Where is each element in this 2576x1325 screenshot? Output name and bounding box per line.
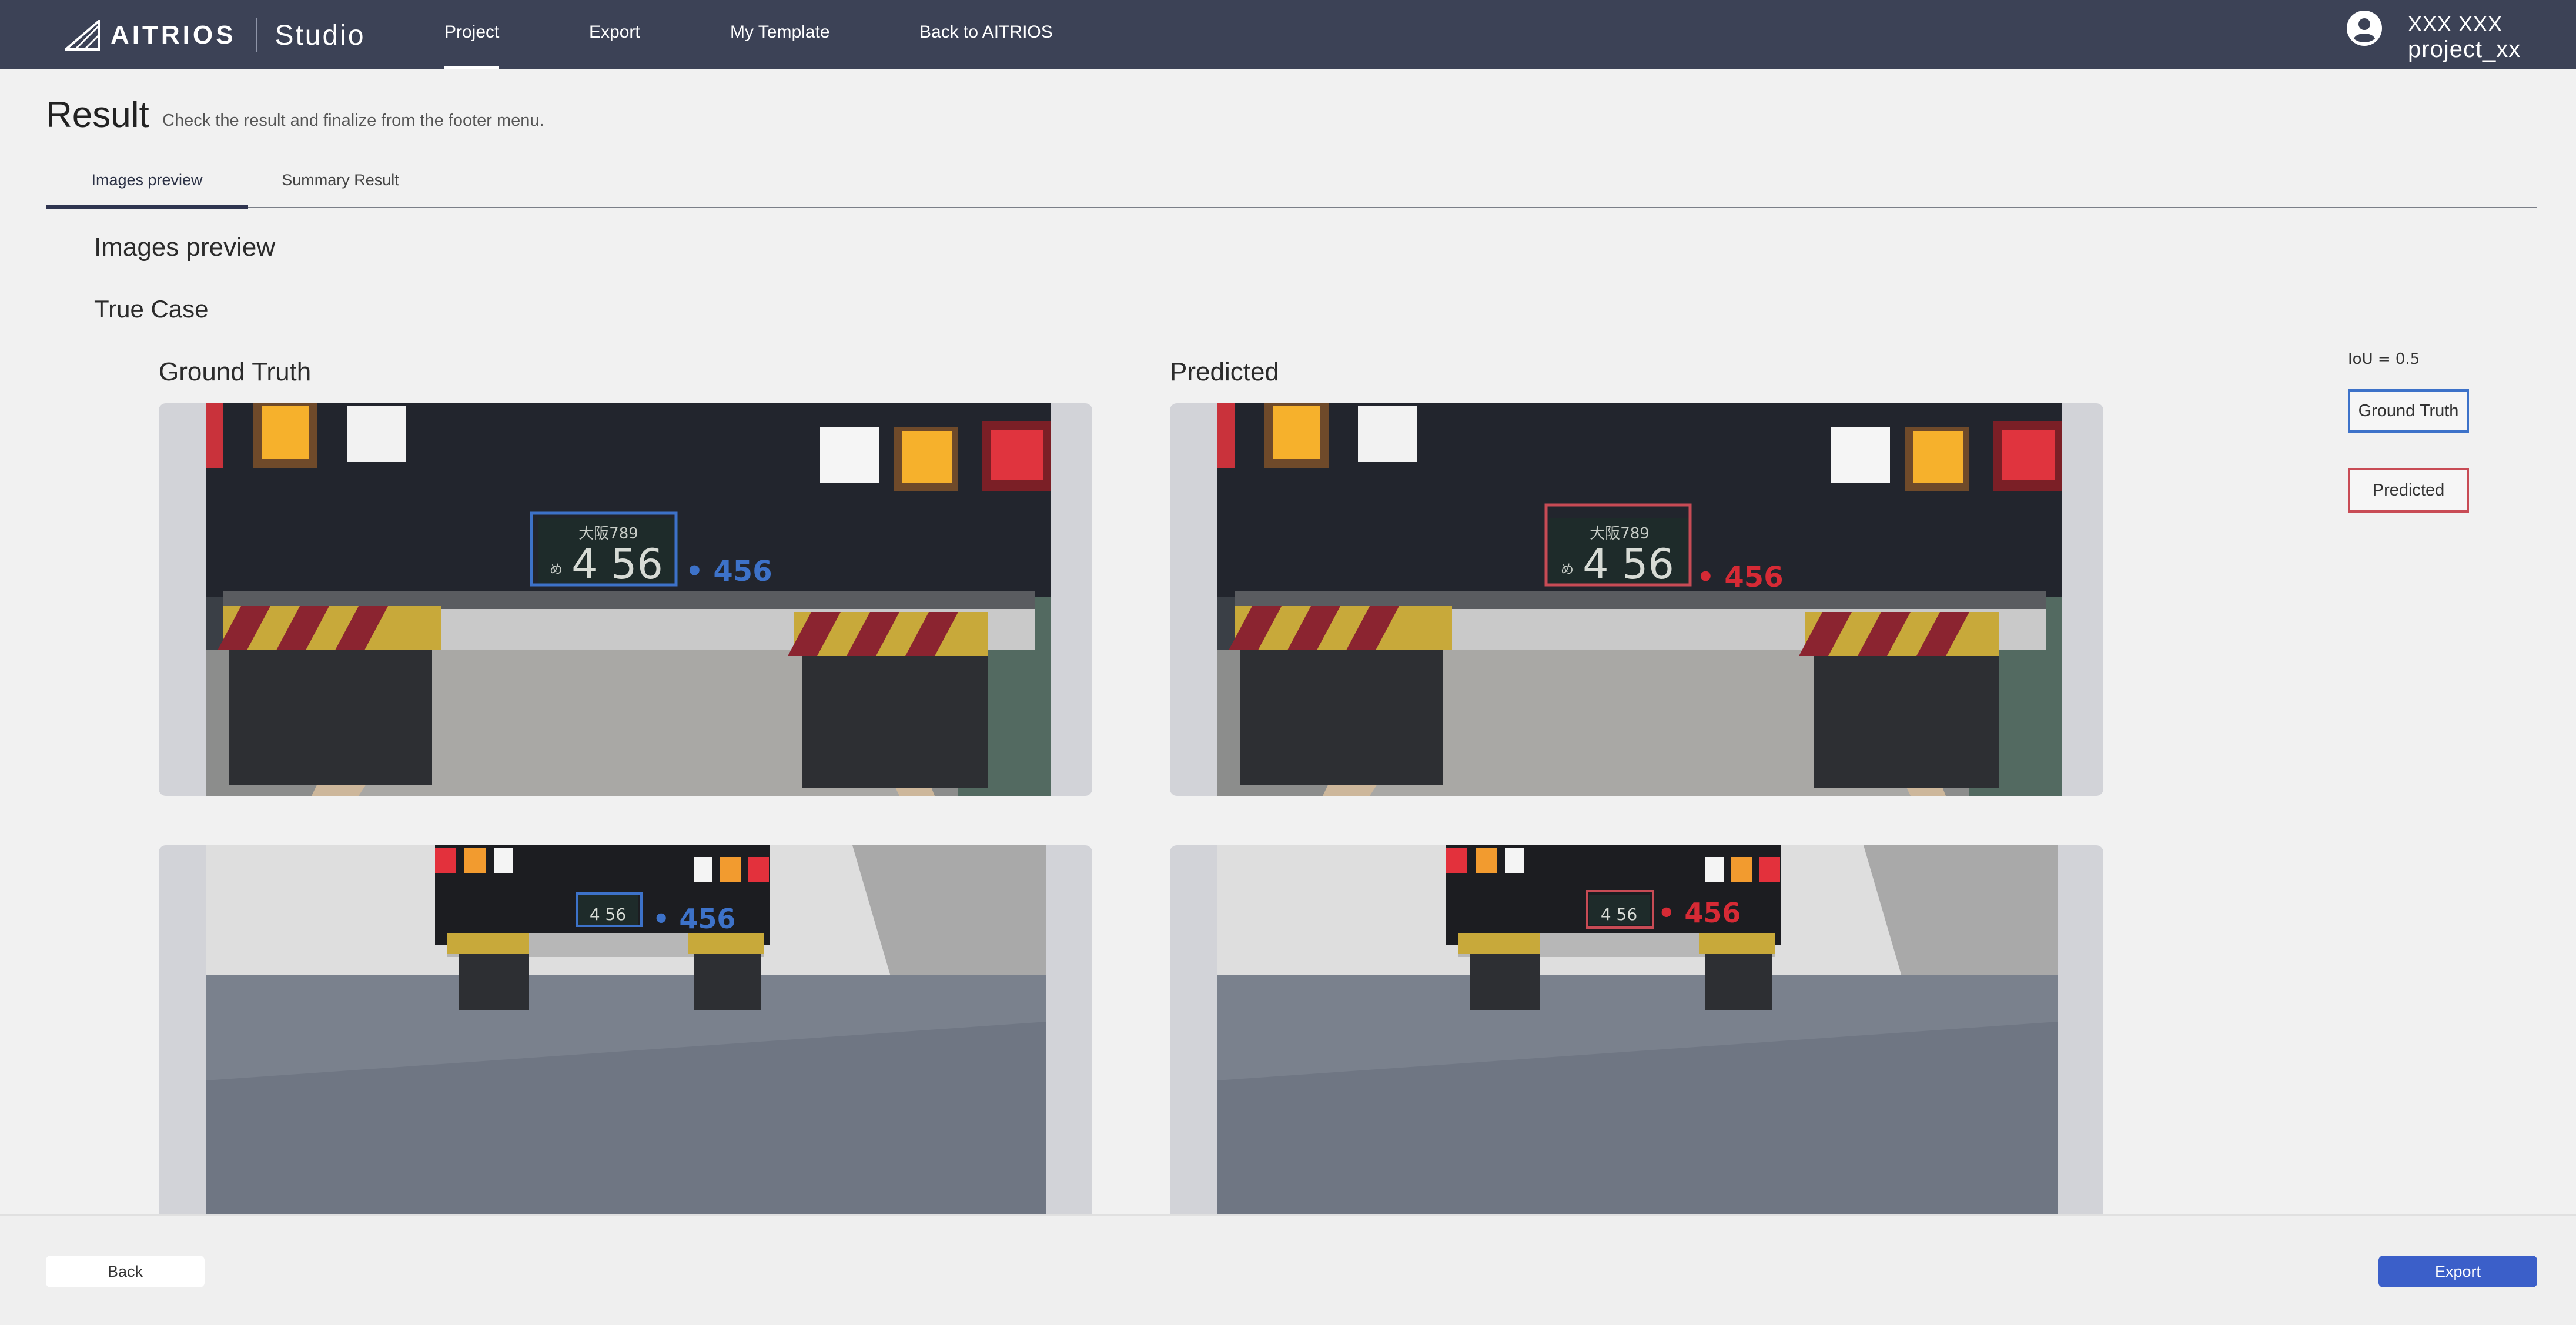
section-title: Images preview (94, 233, 276, 262)
legend-predicted: Predicted (2348, 468, 2469, 513)
svg-text:4 56: 4 56 (590, 905, 626, 924)
case-title: True Case (94, 295, 209, 323)
nav-back-to-aitrios[interactable]: Back to AITRIOS (919, 0, 1053, 69)
page-title: Result (46, 95, 149, 135)
truck-rear-image: 4 56 (206, 845, 1046, 1238)
iou-threshold: IoU = 0.5 (2348, 350, 2420, 368)
nav-export[interactable]: Export (589, 0, 640, 69)
svg-text:4 56: 4 56 (1601, 905, 1637, 924)
svg-text:め: め (1561, 563, 1574, 577)
predicted-bbox-label: • 456 (1697, 561, 1784, 594)
tab-summary-result[interactable]: Summary Result (261, 162, 420, 207)
truck-rear-image: 大阪789 め 4 56 (206, 403, 1051, 796)
project-name: project_xx (2408, 36, 2521, 62)
back-button[interactable]: Back (46, 1256, 205, 1287)
result-tabs: Images preview Summary Result (46, 162, 2537, 209)
aitrios-logo-icon (65, 20, 100, 51)
ground-truth-image-card[interactable]: 大阪789 め 4 56 • 456 (159, 403, 1092, 796)
user-name: XXX XXX (2408, 12, 2503, 36)
predicted-bbox-label: • 456 (1658, 897, 1741, 929)
logo-product: Studio (275, 19, 366, 51)
page-subtitle: Check the result and finalize from the f… (162, 111, 544, 130)
svg-text:4 56: 4 56 (1583, 540, 1674, 588)
svg-text:め: め (550, 563, 563, 577)
footer-bar: Back Export (0, 1214, 2576, 1325)
tab-images-preview[interactable]: Images preview (46, 162, 248, 209)
aitrios-logo[interactable]: AITRIOS Studio (65, 18, 366, 53)
top-nav-bar: AITRIOS Studio Project Export My Templat… (0, 0, 2576, 69)
ground-truth-image-card[interactable]: 4 56 • 456 (159, 845, 1092, 1238)
logo-text: AITRIOS (111, 21, 236, 49)
truck-rear-image: 4 56 (1217, 845, 2058, 1238)
predicted-image-card[interactable]: 大阪789 め 4 56 • 456 (1170, 403, 2103, 796)
predicted-image-card[interactable]: 4 56 • 456 (1170, 845, 2103, 1238)
ground-truth-bbox-label: • 456 (653, 903, 736, 935)
export-button[interactable]: Export (2378, 1256, 2537, 1287)
legend-ground-truth: Ground Truth (2348, 389, 2469, 433)
nav-my-template[interactable]: My Template (730, 0, 830, 69)
ground-truth-bbox-label: • 456 (685, 555, 772, 588)
nav-project[interactable]: Project (444, 0, 500, 69)
account-icon (2347, 11, 2382, 46)
logo-divider (256, 18, 257, 52)
ground-truth-column-title: Ground Truth (159, 357, 312, 386)
user-menu[interactable]: XXX XXX project_xx (2346, 9, 2569, 62)
predicted-column-title: Predicted (1170, 357, 1279, 386)
truck-rear-image: 大阪789 め 4 56 (1217, 403, 2062, 796)
svg-text:4 56: 4 56 (571, 540, 663, 588)
